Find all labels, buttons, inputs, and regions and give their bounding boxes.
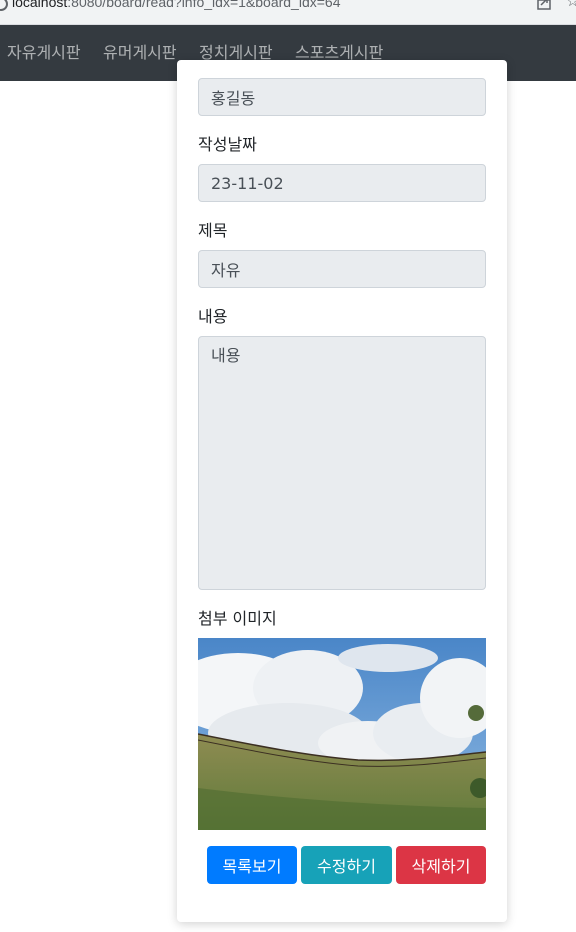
subject-field[interactable] bbox=[198, 250, 486, 288]
date-label: 작성날짜 bbox=[198, 135, 257, 154]
nav-item-humor-board[interactable]: 유머게시판 bbox=[103, 43, 177, 63]
bookmark-star-icon[interactable]: ☆ bbox=[566, 0, 576, 9]
content-textarea[interactable]: 내용 bbox=[198, 336, 486, 590]
image-label: 첨부 이미지 bbox=[198, 609, 277, 628]
url-text[interactable]: localhost:8080/board/read?info_idx=1&boa… bbox=[12, 0, 340, 10]
site-info-icon[interactable] bbox=[0, 0, 8, 11]
nav-item-free-board[interactable]: 자유게시판 bbox=[7, 43, 81, 63]
subject-label: 제목 bbox=[198, 221, 228, 240]
attached-image bbox=[198, 638, 486, 830]
content-label: 내용 bbox=[198, 307, 228, 326]
share-icon[interactable] bbox=[537, 0, 551, 10]
delete-button[interactable]: 삭제하기 bbox=[396, 846, 486, 884]
writer-field[interactable] bbox=[198, 78, 486, 116]
list-button[interactable]: 목록보기 bbox=[207, 846, 297, 884]
browser-address-bar[interactable]: localhost:8080/board/read?info_idx=1&boa… bbox=[0, 0, 576, 25]
url-path: :8080/board/read?info_idx=1&board_idx=64 bbox=[67, 0, 341, 10]
url-host: localhost bbox=[12, 0, 68, 10]
edit-button[interactable]: 수정하기 bbox=[301, 846, 392, 884]
date-field[interactable] bbox=[198, 164, 486, 202]
